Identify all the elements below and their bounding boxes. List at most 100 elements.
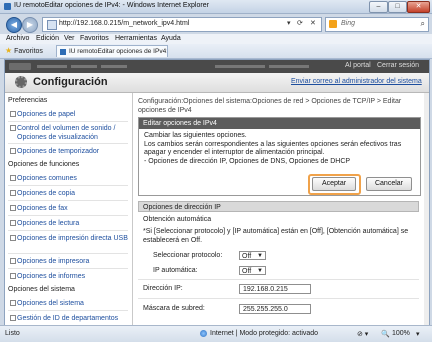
auto-obtain-label: Obtención automática <box>143 216 212 223</box>
menu-archivo[interactable]: Archivo <box>6 35 29 42</box>
divider <box>138 279 419 280</box>
logout-link[interactable]: Cerrar sesión <box>377 62 419 69</box>
dialog-title: Editar opciones de IPv4 <box>139 118 420 129</box>
settings-header: Configuración Enviar correo al administr… <box>5 73 429 93</box>
scrollbar[interactable] <box>424 93 429 325</box>
sidebar-item-opciones-papel[interactable]: Opciones de papel <box>10 110 129 119</box>
bullet-icon <box>10 125 16 131</box>
ie-icon <box>4 3 11 10</box>
protocol-label: Seleccionar protocolo: <box>153 252 223 259</box>
divider <box>8 268 128 269</box>
remote-ui-bar: Al portal Cerrar sesión <box>5 60 429 73</box>
browser-tab[interactable]: IU remotoEditar opciones de IPv4: <box>56 45 168 57</box>
menu-edicion[interactable]: Edición <box>36 35 59 42</box>
breadcrumb: Configuración:Opciones del sistema:Opcio… <box>138 98 402 114</box>
security-zone[interactable]: Internet | Modo protegido: activado <box>210 330 318 337</box>
sidebar-item-label: Opciones de temporizador <box>17 148 100 155</box>
forward-button[interactable]: ▶ <box>22 17 38 33</box>
divider <box>8 215 128 216</box>
dialog-line-3: - Opciones de dirección IP, Opciones de … <box>144 157 351 165</box>
sidebar-section-funciones: Opciones de funciones <box>8 161 80 168</box>
divider <box>8 253 128 254</box>
menu-herramientas[interactable]: Herramientas <box>115 35 157 42</box>
sidebar-item-label: Opciones de copia <box>17 190 75 197</box>
remote-ui-logo <box>9 63 31 70</box>
subnet-mask-field[interactable]: 255.255.255.0 <box>239 304 311 314</box>
page-icon <box>47 20 57 30</box>
sidebar-item-temporizador[interactable]: Opciones de temporizador <box>10 147 129 156</box>
dialog-line-2: Los cambios serán correspondientes a las… <box>144 140 402 157</box>
divider <box>8 200 128 201</box>
close-button[interactable]: ✕ <box>407 1 430 13</box>
header-blurred-text <box>215 65 265 68</box>
header-blurred-text <box>71 65 97 68</box>
autoip-value: Off <box>242 268 252 275</box>
chevron-down-icon[interactable]: ▾ <box>416 330 420 338</box>
sidebar-section-preferencias: Preferencias <box>8 97 48 104</box>
sidebar-item-departamentos[interactable]: Gestión de ID de departamentos <box>10 314 129 323</box>
bullet-icon <box>10 220 16 226</box>
edit-dialog: Editar opciones de IPv4 Cambiar las sigu… <box>138 117 421 196</box>
sidebar-item-informes[interactable]: Opciones de informes <box>10 272 129 281</box>
menu-ayuda[interactable]: Ayuda <box>161 35 181 42</box>
refresh-icon[interactable]: ⟳ <box>297 19 303 27</box>
stop-icon[interactable]: ✕ <box>310 19 316 27</box>
sidebar-item-label: Opciones de impresión directa USB <box>17 235 128 242</box>
divider <box>8 143 128 144</box>
navigation-bar: ◀ ▶ http://192.168.0.215/m_network_ipv4.… <box>0 14 432 34</box>
menu-bar: Archivo Edición Ver Favoritos Herramient… <box>0 34 432 44</box>
header-blurred-text <box>37 65 67 68</box>
accept-button[interactable]: Aceptar <box>312 177 356 191</box>
address-bar[interactable]: http://192.168.0.215/m_network_ipv4.html… <box>42 17 322 32</box>
sidebar-item-sistema[interactable]: Opciones del sistema <box>10 299 129 308</box>
bing-icon <box>329 20 337 28</box>
favorites-button[interactable]: ★ Favoritos <box>5 46 43 55</box>
minimize-button[interactable]: – <box>369 1 388 13</box>
mail-admin-link[interactable]: Enviar correo al administrador del siste… <box>291 78 422 85</box>
header-blurred-text <box>269 65 309 68</box>
sidebar-item-label: Opciones de informes <box>17 273 86 280</box>
globe-icon <box>200 330 207 337</box>
sidebar-item-impresion-usb[interactable]: Opciones de impresión directa USB <box>10 234 129 243</box>
maximize-button[interactable]: □ <box>388 1 407 13</box>
protocol-value: Off <box>242 253 252 260</box>
status-bar: Listo Internet | Modo protegido: activad… <box>0 325 432 342</box>
star-icon: ★ <box>5 46 13 55</box>
back-button[interactable]: ◀ <box>6 17 22 33</box>
status-text: Listo <box>5 330 20 337</box>
search-box[interactable]: Bing ⌕ <box>325 17 429 32</box>
autoip-label: IP automática: <box>153 267 198 274</box>
auto-obtain-note: *Si [Seleccionar protocolo] y [IP automá… <box>143 228 409 244</box>
address-url: http://192.168.0.215/m_network_ipv4.html <box>59 20 190 27</box>
sidebar-item-label: Opciones de fax <box>17 205 68 212</box>
bullet-icon <box>10 205 16 211</box>
ip-section-header: Opciones de dirección IP <box>138 201 419 212</box>
cancel-button[interactable]: Cancelar <box>366 177 412 191</box>
bullet-icon <box>10 315 16 321</box>
sidebar-item-copia[interactable]: Opciones de copia <box>10 189 129 198</box>
dropdown-icon[interactable]: ▾ <box>287 19 291 27</box>
search-placeholder: Bing <box>341 20 356 27</box>
chevron-down-icon: ▼ <box>257 253 263 259</box>
protected-mode-icon[interactable]: ⊘ ▾ <box>357 330 368 338</box>
search-icon[interactable]: ⌕ <box>421 19 425 29</box>
sidebar-item-fax[interactable]: Opciones de fax <box>10 204 129 213</box>
bullet-icon <box>10 111 16 117</box>
sidebar-item-sonido[interactable]: Control del volumen de sonido / Opciones… <box>10 124 129 142</box>
bullet-icon <box>10 175 16 181</box>
menu-favoritos[interactable]: Favoritos <box>80 35 109 42</box>
sidebar-item-comunes[interactable]: Opciones comunes <box>10 174 129 183</box>
divider <box>8 185 128 186</box>
portal-link[interactable]: Al portal <box>345 62 371 69</box>
ip-address-field[interactable]: 192.168.0.215 <box>239 284 311 294</box>
protocol-select[interactable]: Off ▼ <box>239 251 266 260</box>
sidebar-item-impresora[interactable]: Opciones de impresora <box>10 257 129 266</box>
autoip-select[interactable]: Off ▼ <box>239 266 266 275</box>
menu-ver[interactable]: Ver <box>64 35 75 42</box>
tab-label: IU remotoEditar opciones de IPv4: <box>69 48 168 55</box>
zoom-level[interactable]: 100% <box>392 330 410 337</box>
chevron-down-icon: ▼ <box>257 268 263 274</box>
sidebar-item-lectura[interactable]: Opciones de lectura <box>10 219 129 228</box>
page-title: Configuración <box>33 76 108 88</box>
bullet-icon <box>10 235 16 241</box>
